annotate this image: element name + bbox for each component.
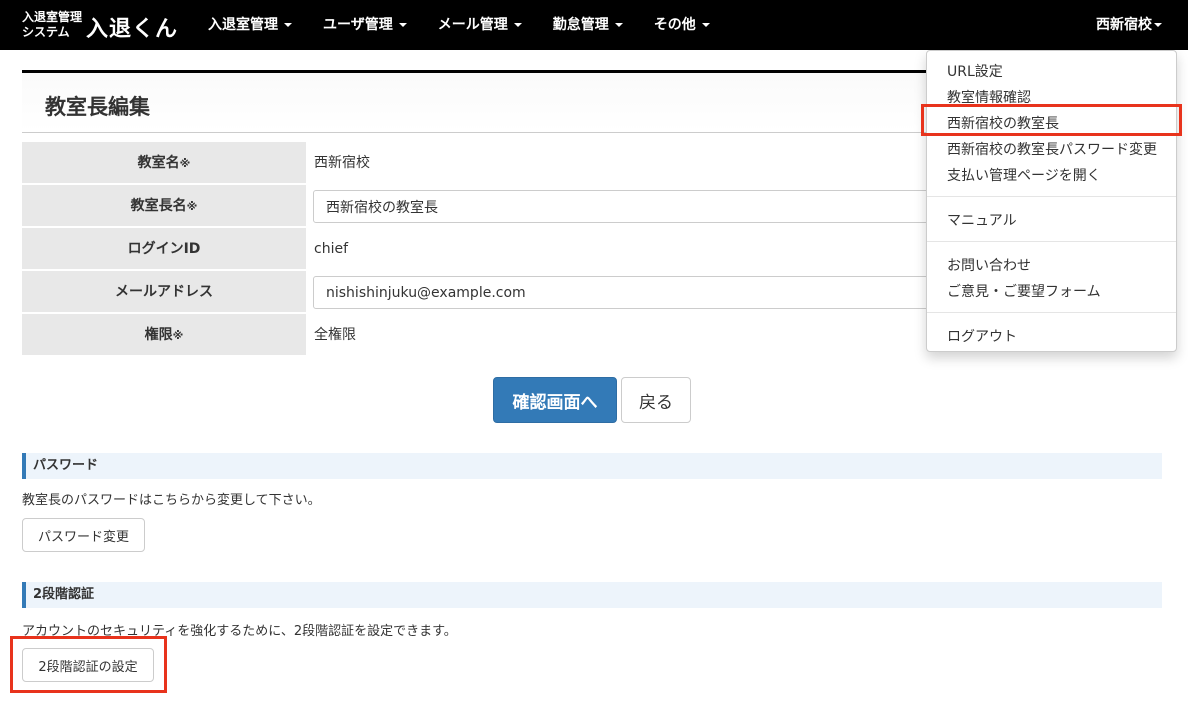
caret-down-icon [513,23,522,27]
logo-line2: システム [22,25,70,39]
label-text: メールアドレス [115,284,213,300]
caret-down-icon [701,23,710,27]
confirm-button[interactable]: 確認画面へ [493,377,617,423]
nav-others[interactable]: その他 [654,0,710,50]
logo-line1: 入退室管理 [22,10,83,24]
nav-label: ユーザ管理 [323,17,393,33]
nav-label: 勤怠管理 [552,17,609,33]
logo-name: 入退くん [86,17,179,42]
menu-item-logout[interactable]: ログアウト [947,326,1017,346]
label-text: ログインID [127,241,201,257]
highlight-box-chief-menu [921,104,1182,136]
logo-subtitle: 入退室管理 システム [22,10,82,40]
menu-item-payment[interactable]: 支払い管理ページを開く [947,165,1101,185]
caret-down-icon [284,23,292,27]
twofactor-section-heading: 2段階認証 [22,582,1162,608]
label-text: 教室名 [137,155,180,171]
password-section-heading: パスワード [22,453,1162,479]
user-dropdown-menu: URL設定 教室情報確認 西新宿校の教室長 西新宿校の教室長パスワード変更 支払… [926,50,1177,352]
caret-down-icon [398,23,407,27]
login-id-value: chief [314,241,349,257]
menu-item-url-settings[interactable]: URL設定 [947,61,1003,81]
required-mark: ※ [172,329,184,342]
menu-divider [927,241,1176,242]
top-navbar: 入退室管理 システム 入退くん 入退室管理 ユーザ管理 メール管理 勤怠管理 そ… [0,0,1188,50]
menu-item-manual[interactable]: マニュアル [947,210,1017,230]
nav-label: 入退室管理 [208,17,278,33]
form-label: 教室名※ [22,142,306,184]
form-label: メールアドレス [22,271,306,313]
menu-divider [927,312,1176,313]
back-button[interactable]: 戻る [621,377,691,423]
caret-down-icon [1154,23,1162,27]
email-input[interactable] [313,276,953,309]
form-label: 権限※ [22,314,306,356]
change-password-button[interactable]: パスワード変更 [22,518,145,552]
main-menu: 入退室管理 ユーザ管理 メール管理 勤怠管理 その他 [208,0,741,50]
nav-entry-exit-management[interactable]: 入退室管理 [208,0,292,50]
nav-attendance-management[interactable]: 勤怠管理 [553,0,623,50]
form-label: 教室長名※ [22,185,306,227]
required-mark: ※ [179,157,191,170]
nav-label: メール管理 [437,17,508,33]
nav-mail-management[interactable]: メール管理 [438,0,522,50]
chief-name-input[interactable] [313,190,953,223]
user-menu-toggle[interactable]: 西新宿校 [1096,0,1162,50]
highlight-box-twofactor [10,636,167,693]
app-logo[interactable]: 入退室管理 システム 入退くん [22,7,182,43]
menu-item-feedback[interactable]: ご意見・ご要望フォーム [947,281,1101,301]
page-title: 教室長編集 [45,95,150,119]
permission-value: 全権限 [314,327,356,343]
label-text: 権限 [144,327,173,343]
nav-user-management[interactable]: ユーザ管理 [323,0,407,50]
classroom-name-value: 西新宿校 [314,155,370,171]
menu-item-contact[interactable]: お問い合わせ [947,255,1031,275]
form-label: ログインID [22,228,306,270]
menu-divider [927,196,1176,197]
required-mark: ※ [186,200,198,213]
nav-label: その他 [653,17,696,33]
caret-down-icon [614,23,623,27]
label-text: 教室長名 [130,198,187,214]
user-menu-label: 西新宿校 [1096,17,1152,33]
password-section-text: 教室長のパスワードはこちらから変更して下さい。 [22,493,321,508]
menu-item-chief-password[interactable]: 西新宿校の教室長パスワード変更 [947,139,1157,159]
